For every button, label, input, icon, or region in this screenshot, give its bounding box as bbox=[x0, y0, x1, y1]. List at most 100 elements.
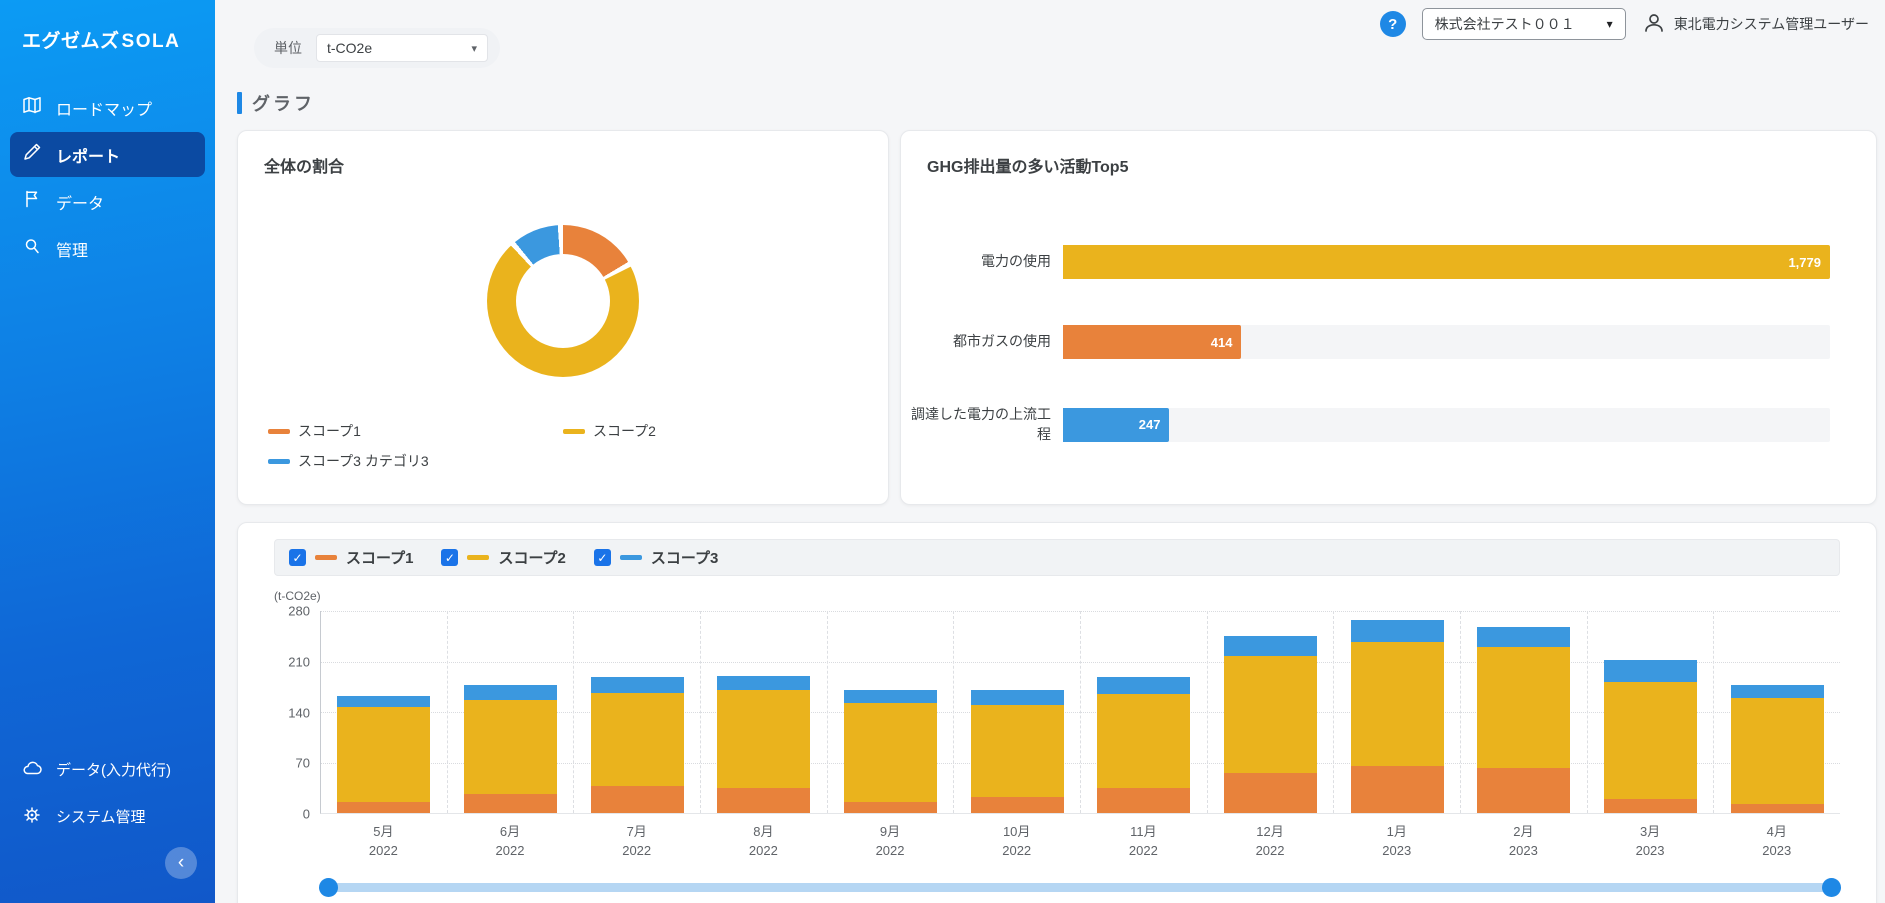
bar-value: 414 bbox=[1210, 334, 1233, 350]
month-label: 7月 bbox=[626, 824, 647, 839]
bar-track: 1,779 bbox=[1063, 245, 1830, 279]
sidebar-item-label: システム管理 bbox=[56, 809, 146, 826]
legend-label: スコープ2 bbox=[498, 550, 566, 567]
bar-segment bbox=[1097, 787, 1191, 813]
stacked-bar bbox=[1604, 611, 1698, 813]
sidebar-item-admin[interactable]: 管理 bbox=[10, 226, 205, 271]
pen-icon bbox=[22, 142, 42, 167]
legend-swatch bbox=[268, 428, 290, 434]
app-logo-en: SOLA bbox=[121, 31, 181, 52]
bar-segment bbox=[1604, 660, 1698, 682]
bar-segment bbox=[1477, 647, 1571, 769]
year-label: 2023 bbox=[1762, 842, 1792, 858]
sidebar-item-label: ロードマップ bbox=[56, 101, 153, 119]
x-axis-labels: 5月 2022 6月 2022 7月 2022 8月 2022 9月 2022 10月 2022 11月… bbox=[320, 823, 1840, 861]
y-axis-tick: 280 bbox=[288, 603, 310, 619]
gear-icon bbox=[22, 805, 42, 829]
stacked-bar bbox=[970, 611, 1064, 813]
legend-label: スコープ3 bbox=[650, 550, 719, 567]
flag-icon bbox=[22, 189, 42, 214]
unit-selector-group: 単位 t-CO2e ▾ bbox=[254, 28, 500, 68]
unit-select[interactable]: t-CO2e ▾ bbox=[316, 34, 488, 62]
bar-segment bbox=[970, 797, 1064, 813]
bar: 414 bbox=[1063, 325, 1242, 359]
checkbox-checked-icon[interactable]: ✓ bbox=[289, 549, 306, 566]
x-axis-label: 3月 2023 bbox=[1587, 823, 1714, 861]
sidebar-item-system-admin[interactable]: システム管理 bbox=[10, 794, 205, 839]
year-label: 2022 bbox=[1002, 842, 1032, 858]
topbar-right: ? 株式会社テスト００１ ▾ 東北電力システム管理ユーザー bbox=[1379, 8, 1869, 40]
x-axis-label: 4月 2023 bbox=[1713, 823, 1840, 861]
checkbox-checked-icon[interactable]: ✓ bbox=[593, 549, 611, 566]
sidebar-item-report[interactable]: レポート bbox=[10, 132, 205, 177]
main-content: 単位 t-CO2e ▾ ? 株式会社テスト００１ ▾ 東北電力システム管理ユーザ… bbox=[215, 0, 1885, 903]
sidebar-item-roadmap[interactable]: ロードマップ bbox=[10, 85, 205, 130]
bar-segment bbox=[1224, 656, 1318, 774]
bar-segment bbox=[1604, 798, 1698, 813]
bar-segment bbox=[464, 699, 557, 794]
user-menu[interactable]: 東北電力システム管理ユーザー bbox=[1642, 11, 1869, 38]
sidebar-item-data-proxy[interactable]: データ(入力代行) bbox=[10, 747, 205, 792]
legend-checkbox-item[interactable]: ✓ スコープ2 bbox=[441, 547, 566, 568]
bar-segment bbox=[337, 706, 431, 803]
bar-segment bbox=[337, 696, 431, 707]
stacked-bar bbox=[844, 611, 937, 813]
x-axis-label: 12月 2022 bbox=[1207, 823, 1334, 861]
month-column bbox=[1713, 611, 1840, 813]
help-glyph: ? bbox=[1388, 15, 1398, 33]
month-label: 11月 bbox=[1130, 824, 1157, 839]
bar-segment bbox=[970, 690, 1064, 705]
y-axis: 0 70 140 210 280 bbox=[274, 604, 320, 822]
month-column bbox=[1333, 611, 1460, 813]
legend-label: スコープ1 bbox=[346, 550, 414, 567]
year-label: 2022 bbox=[1255, 842, 1285, 858]
legend-checkbox-item[interactable]: ✓ スコープ1 bbox=[289, 547, 413, 568]
bar-segment bbox=[1730, 684, 1824, 698]
magnifier-icon bbox=[22, 236, 42, 261]
year-label: 2023 bbox=[1635, 842, 1665, 858]
slider-track[interactable] bbox=[328, 882, 1832, 892]
bar-segment bbox=[970, 704, 1064, 798]
month-column bbox=[446, 611, 574, 813]
stacked-bar bbox=[1224, 611, 1318, 813]
top5-bars: 電力の使用 1,779 都市ガスの使用 414 調達した電力の上流工程 247 bbox=[901, 245, 1876, 444]
legend-checkbox-item[interactable]: ✓ スコープ3 bbox=[593, 547, 719, 568]
stacked-bar bbox=[464, 611, 557, 813]
overall-ratio-card: 全体の割合 スコープ1 スコープ2 スコープ3 カテゴリ3 bbox=[237, 130, 889, 505]
cloud-icon bbox=[22, 758, 42, 782]
help-icon[interactable]: ? bbox=[1379, 11, 1406, 37]
sidebar-collapse-button[interactable]: ‹ bbox=[165, 847, 197, 879]
stacked-bar bbox=[1097, 611, 1191, 813]
stacked-bar bbox=[1477, 611, 1571, 813]
plot-area bbox=[320, 611, 1840, 814]
company-select[interactable]: 株式会社テスト００１ ▾ bbox=[1421, 8, 1626, 40]
app-logo-jp: エグゼムズ bbox=[22, 31, 120, 52]
card-title: GHG排出量の多い活動Top5 bbox=[927, 159, 1129, 176]
bar-segment bbox=[844, 702, 937, 803]
month-column bbox=[700, 611, 827, 813]
checkbox-checked-icon[interactable]: ✓ bbox=[441, 549, 459, 566]
slider-handle-left[interactable] bbox=[319, 877, 338, 897]
month-label: 6月 bbox=[499, 824, 521, 839]
unit-select-value: t-CO2e bbox=[327, 40, 373, 56]
month-column bbox=[573, 611, 700, 813]
cards-row: 全体の割合 スコープ1 スコープ2 スコープ3 カテゴリ3 GHG排出量の多い活動T… bbox=[215, 130, 1885, 505]
section-header: グラフ bbox=[237, 90, 1885, 116]
legend-label: スコープ2 bbox=[593, 423, 656, 439]
legend-swatch bbox=[268, 458, 290, 464]
bar-label: 都市ガスの使用 bbox=[953, 333, 1051, 350]
y-axis-tick: 70 bbox=[295, 755, 310, 771]
legend-swatch bbox=[619, 555, 642, 560]
donut-legend: スコープ1 スコープ2 スコープ3 カテゴリ3 bbox=[238, 377, 888, 471]
donut-wrap bbox=[238, 225, 888, 377]
x-axis-label: 6月 2022 bbox=[447, 823, 574, 861]
x-axis-label: 8月 2022 bbox=[700, 823, 827, 861]
sidebar-item-label: データ(入力代行) bbox=[56, 762, 171, 779]
bar-segment bbox=[1730, 804, 1824, 813]
sidebar-item-data[interactable]: データ bbox=[10, 179, 205, 224]
slider-handle-right[interactable] bbox=[1822, 877, 1841, 897]
bar-segment bbox=[1097, 693, 1191, 788]
x-axis-label: 1月 2023 bbox=[1333, 823, 1460, 861]
section-accent-bar bbox=[237, 92, 242, 114]
bar-segment bbox=[844, 802, 937, 813]
